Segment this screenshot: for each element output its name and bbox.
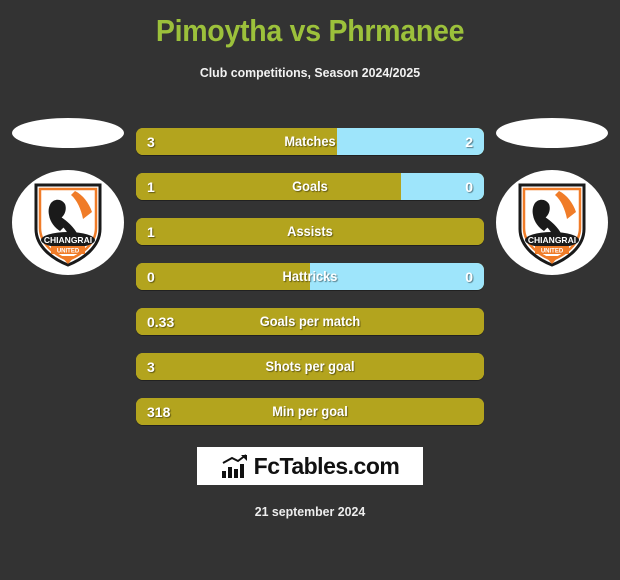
stat-row: 1 Assists bbox=[136, 218, 484, 245]
stat-away-value: 2 bbox=[465, 133, 473, 150]
home-team-crest-container: CHIANGRAI UNITED bbox=[8, 118, 128, 293]
crest-club-suffix: UNITED bbox=[541, 248, 564, 254]
stat-away-value: 0 bbox=[465, 178, 473, 195]
stat-away-value: 0 bbox=[465, 268, 473, 285]
stat-label: Hattricks bbox=[282, 269, 338, 284]
stat-row: 3 Shots per goal bbox=[136, 353, 484, 380]
stat-label: Shots per goal bbox=[265, 359, 355, 374]
away-team-crest: CHIANGRAI UNITED bbox=[496, 170, 608, 275]
stat-row: 318 Min per goal bbox=[136, 398, 484, 425]
stat-row: 1 Goals 0 bbox=[136, 173, 484, 200]
stat-row: 0 Hattricks 0 bbox=[136, 263, 484, 290]
home-team-crest: CHIANGRAI UNITED bbox=[12, 170, 124, 275]
stat-row: 3 Matches 2 bbox=[136, 128, 484, 155]
stat-label: Goals per match bbox=[259, 314, 361, 329]
stat-label: Goals bbox=[292, 179, 328, 194]
stat-row: 0.33 Goals per match bbox=[136, 308, 484, 335]
stat-comparison-bars: 3 Matches 2 1 Goals 0 1 Assists 0 Hattricks 0 0.33 G… bbox=[136, 128, 484, 443]
stat-label: Matches bbox=[284, 134, 336, 149]
bar-chart-arrow-icon bbox=[221, 453, 247, 478]
away-team-crest-container: CHIANGRAI UNITED bbox=[492, 118, 612, 293]
fctables-logo[interactable]: FcTables.com bbox=[197, 447, 423, 485]
crest-ellipse-decoration-top bbox=[12, 118, 124, 148]
stat-label: Min per goal bbox=[272, 404, 348, 419]
page-subtitle: Club competitions, Season 2024/2025 bbox=[199, 65, 421, 81]
chiangrai-united-crest-icon: CHIANGRAI UNITED bbox=[34, 183, 102, 267]
footer-date: 21 september 2024 bbox=[254, 504, 366, 519]
crest-club-name: CHIANGRAI bbox=[44, 235, 92, 245]
crest-club-suffix: UNITED bbox=[57, 248, 80, 254]
crest-club-name: CHIANGRAI bbox=[528, 235, 576, 245]
page-title: Pimoytha vs Phrmanee bbox=[155, 13, 465, 48]
fctables-logo-text: FcTables.com bbox=[253, 452, 400, 479]
crest-ellipse-decoration-top bbox=[496, 118, 608, 148]
chiangrai-united-crest-icon: CHIANGRAI UNITED bbox=[518, 183, 586, 267]
stat-label: Assists bbox=[287, 224, 333, 239]
